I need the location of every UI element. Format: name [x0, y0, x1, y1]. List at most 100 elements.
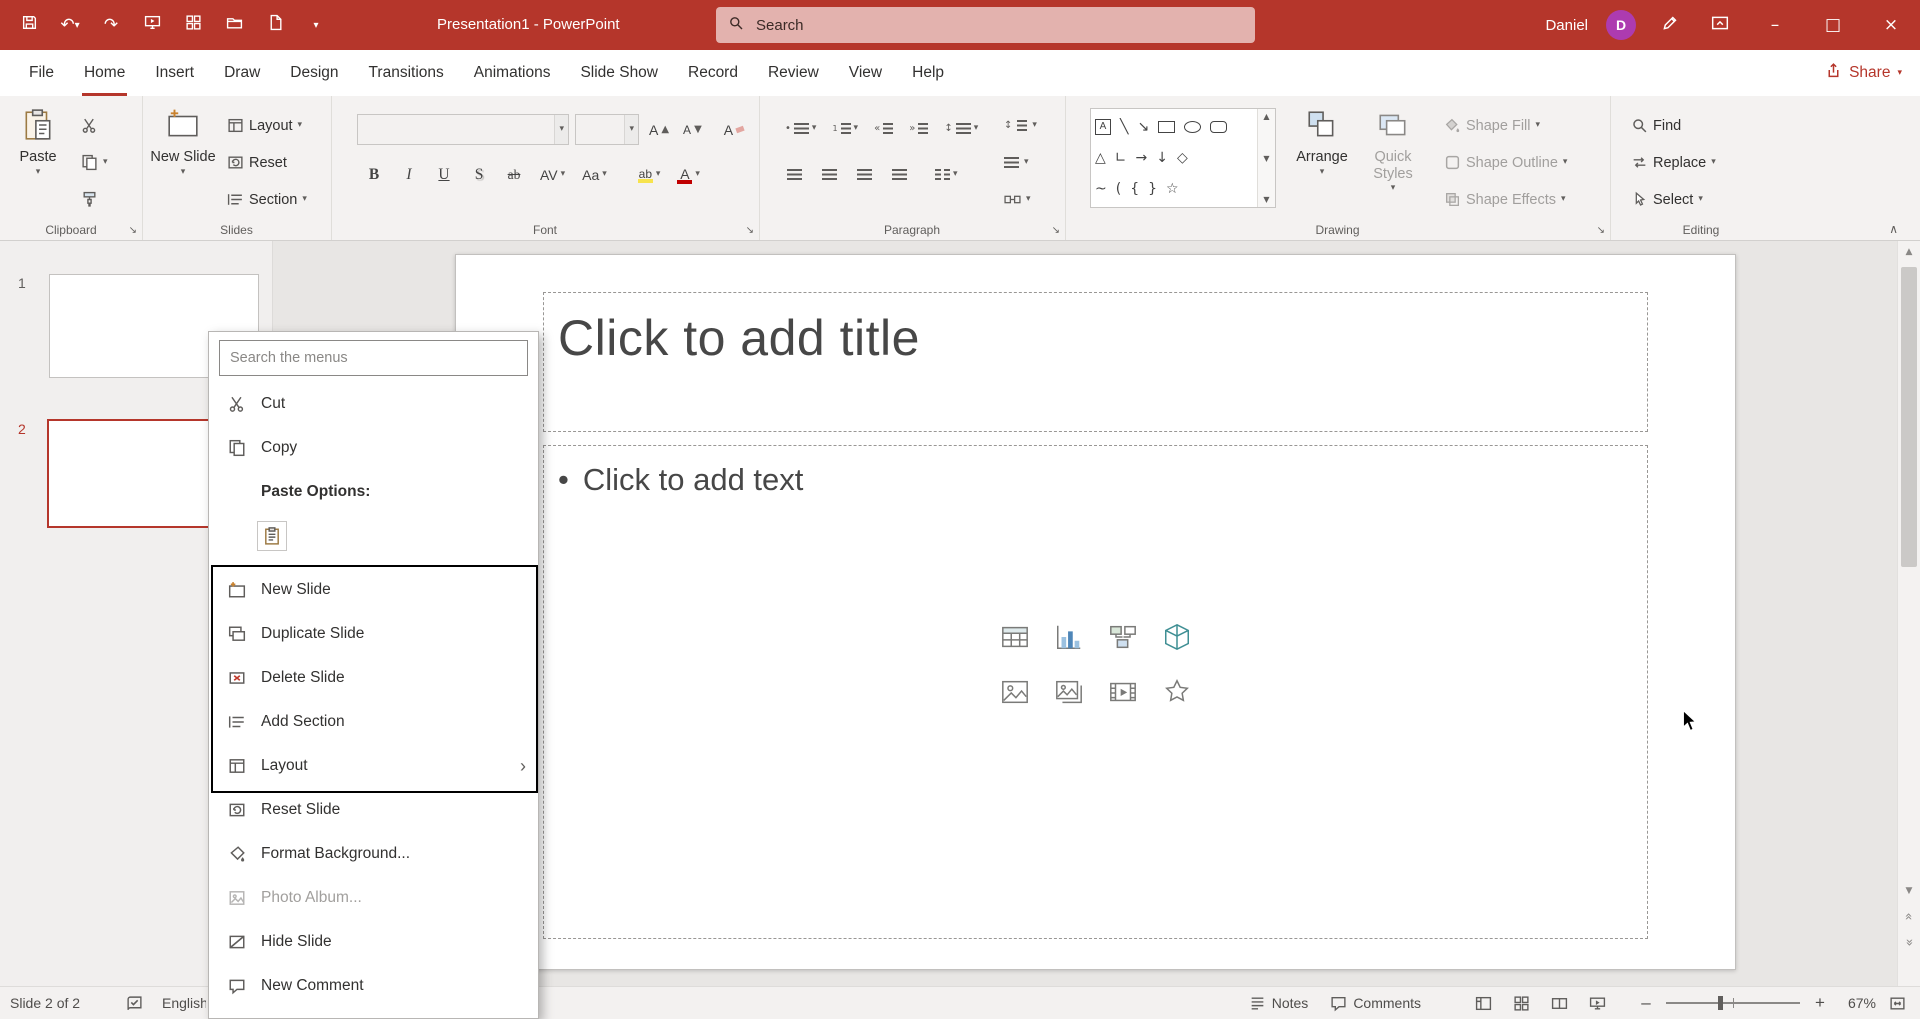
align-left-button[interactable]: [781, 160, 807, 189]
bold-button[interactable]: B: [361, 160, 387, 189]
increase-font-size-button[interactable]: A▲: [645, 115, 673, 144]
zoom-in-button[interactable]: +: [1810, 993, 1830, 1013]
grid-icon[interactable]: [176, 8, 210, 42]
decrease-indent-button[interactable]: «: [870, 114, 897, 143]
elbow-connector-shape-icon[interactable]: ∟: [1115, 151, 1127, 165]
shapes-gallery[interactable]: A ╲ ↘ △ ∟ → ↓ ◇ ~: [1090, 108, 1276, 208]
context-menu-item-cut[interactable]: Cut ›: [209, 382, 538, 426]
shape-effects-button[interactable]: Shape Effects▾: [1439, 184, 1572, 215]
context-menu-item-add-section[interactable]: Add Section ›: [209, 700, 538, 744]
user-name[interactable]: Daniel: [1545, 17, 1588, 34]
slide-indicator[interactable]: Slide 2 of 2: [10, 987, 80, 1019]
justify-button[interactable]: [886, 160, 912, 189]
arrange-button[interactable]: Arrange ▾: [1293, 102, 1351, 222]
tab-draw[interactable]: Draw: [209, 50, 275, 96]
insert-stock-image-icon[interactable]: [1052, 679, 1086, 713]
insert-3d-model-icon[interactable]: [1160, 624, 1194, 658]
tab-animations[interactable]: Animations: [459, 50, 566, 96]
context-menu-item-copy[interactable]: Copy ›: [209, 426, 538, 470]
language-indicator[interactable]: English: [162, 987, 206, 1019]
fit-slide-to-window-button[interactable]: [1880, 987, 1914, 1019]
vertical-scrollbar[interactable]: ▲ ▼ » »: [1897, 241, 1920, 987]
font-name-input[interactable]: [358, 122, 554, 138]
replace-button[interactable]: Replace▾: [1626, 147, 1721, 178]
tab-help[interactable]: Help: [897, 50, 959, 96]
scrollbar-thumb[interactable]: [1901, 267, 1917, 567]
scroll-down-icon[interactable]: ▼: [1898, 886, 1920, 896]
gallery-expand-icon[interactable]: ▼: [1263, 195, 1269, 204]
close-button[interactable]: ×: [1862, 0, 1920, 50]
text-direction-button[interactable]: ↕▾: [999, 110, 1042, 141]
copy-button[interactable]: ▾: [76, 147, 113, 178]
oval-shape-icon[interactable]: [1184, 121, 1201, 133]
find-button[interactable]: Find: [1626, 110, 1721, 141]
paragraph-dialog-launcher-icon[interactable]: ↘: [1052, 225, 1060, 236]
share-button[interactable]: Share ▾: [1825, 50, 1902, 96]
font-color-button[interactable]: A▾: [673, 160, 704, 189]
title-placeholder[interactable]: Click to add title: [543, 292, 1648, 432]
align-text-button[interactable]: ▾: [999, 147, 1042, 178]
right-arrow-shape-icon[interactable]: →: [1136, 151, 1148, 165]
ribbon-display-options-icon[interactable]: [1704, 9, 1736, 41]
context-menu-item-paste-options[interactable]: Paste Options: ›: [209, 470, 538, 514]
tab-slide-show[interactable]: Slide Show: [565, 50, 673, 96]
context-menu-item-new-comment[interactable]: New Comment ›: [209, 964, 538, 1008]
tab-review[interactable]: Review: [753, 50, 834, 96]
context-menu-item-new-slide[interactable]: New Slide ›: [209, 568, 538, 612]
shape-fill-button[interactable]: Shape Fill▾: [1439, 110, 1572, 141]
left-brace-shape-icon[interactable]: {: [1130, 182, 1139, 196]
avatar[interactable]: D: [1606, 10, 1636, 40]
columns-button[interactable]: ▾: [931, 160, 962, 189]
triangle-shape-icon[interactable]: △: [1095, 151, 1106, 165]
insert-smartart-icon[interactable]: [1106, 624, 1140, 658]
new-slide-button[interactable]: New Slide ▾: [150, 102, 216, 222]
character-spacing-button[interactable]: AV▾: [536, 160, 569, 189]
insert-picture-icon[interactable]: [998, 679, 1032, 713]
context-menu-search-input[interactable]: [228, 349, 519, 367]
section-button[interactable]: Section▾: [222, 184, 312, 215]
paste-button[interactable]: Paste ▾: [8, 102, 68, 222]
open-folder-icon[interactable]: [217, 8, 251, 42]
minimize-button[interactable]: –: [1746, 0, 1804, 50]
zoom-slider[interactable]: [1666, 1002, 1800, 1004]
italic-button[interactable]: I: [396, 160, 422, 189]
text-shadow-button[interactable]: S: [466, 160, 492, 189]
insert-icon-icon[interactable]: [1160, 679, 1194, 713]
right-brace-shape-icon[interactable]: }: [1148, 182, 1157, 196]
reading-view-button[interactable]: [1542, 987, 1576, 1019]
strikethrough-button[interactable]: ab: [501, 160, 527, 189]
tab-insert[interactable]: Insert: [140, 50, 209, 96]
normal-view-button[interactable]: [1466, 987, 1500, 1019]
context-menu-item-delete-slide[interactable]: Delete Slide ›: [209, 656, 538, 700]
content-placeholder[interactable]: •Click to add text: [543, 445, 1648, 939]
rectangle-shape-icon[interactable]: [1158, 121, 1175, 133]
context-menu-item-duplicate-slide[interactable]: Duplicate Slide ›: [209, 612, 538, 656]
customize-quick-access-icon[interactable]: ▾: [299, 8, 333, 42]
collapse-ribbon-icon[interactable]: ∧: [1889, 222, 1898, 236]
next-slide-icon[interactable]: »: [1898, 935, 1920, 950]
align-center-button[interactable]: [816, 160, 842, 189]
notes-button[interactable]: Notes: [1240, 987, 1318, 1019]
decrease-font-size-button[interactable]: A▼: [679, 115, 706, 144]
increase-indent-button[interactable]: »: [905, 114, 932, 143]
shape-outline-button[interactable]: Shape Outline▾: [1439, 147, 1572, 178]
arc-shape-icon[interactable]: (: [1116, 182, 1121, 196]
font-name-combobox[interactable]: ▾: [357, 114, 569, 145]
clear-formatting-button[interactable]: A: [720, 115, 748, 144]
align-right-button[interactable]: [851, 160, 877, 189]
text-box-shape-icon[interactable]: A: [1095, 119, 1111, 135]
tab-view[interactable]: View: [834, 50, 897, 96]
numbering-button[interactable]: 1▾: [828, 114, 862, 143]
comments-button[interactable]: Comments: [1321, 987, 1430, 1019]
text-highlight-color-button[interactable]: ab▾: [634, 160, 665, 189]
reset-button[interactable]: Reset: [222, 147, 312, 178]
format-painter-button[interactable]: [76, 184, 113, 215]
arrow-shape-icon[interactable]: ↘: [1137, 120, 1149, 134]
zoom-level[interactable]: 67%: [1834, 995, 1876, 1011]
context-menu-item-layout[interactable]: Layout ›: [209, 744, 538, 788]
slide-sorter-view-button[interactable]: [1504, 987, 1538, 1019]
context-menu-item-hide-slide[interactable]: Hide Slide ›: [209, 920, 538, 964]
previous-slide-icon[interactable]: »: [1898, 909, 1920, 924]
tab-design[interactable]: Design: [275, 50, 353, 96]
font-size-input[interactable]: [576, 122, 624, 138]
